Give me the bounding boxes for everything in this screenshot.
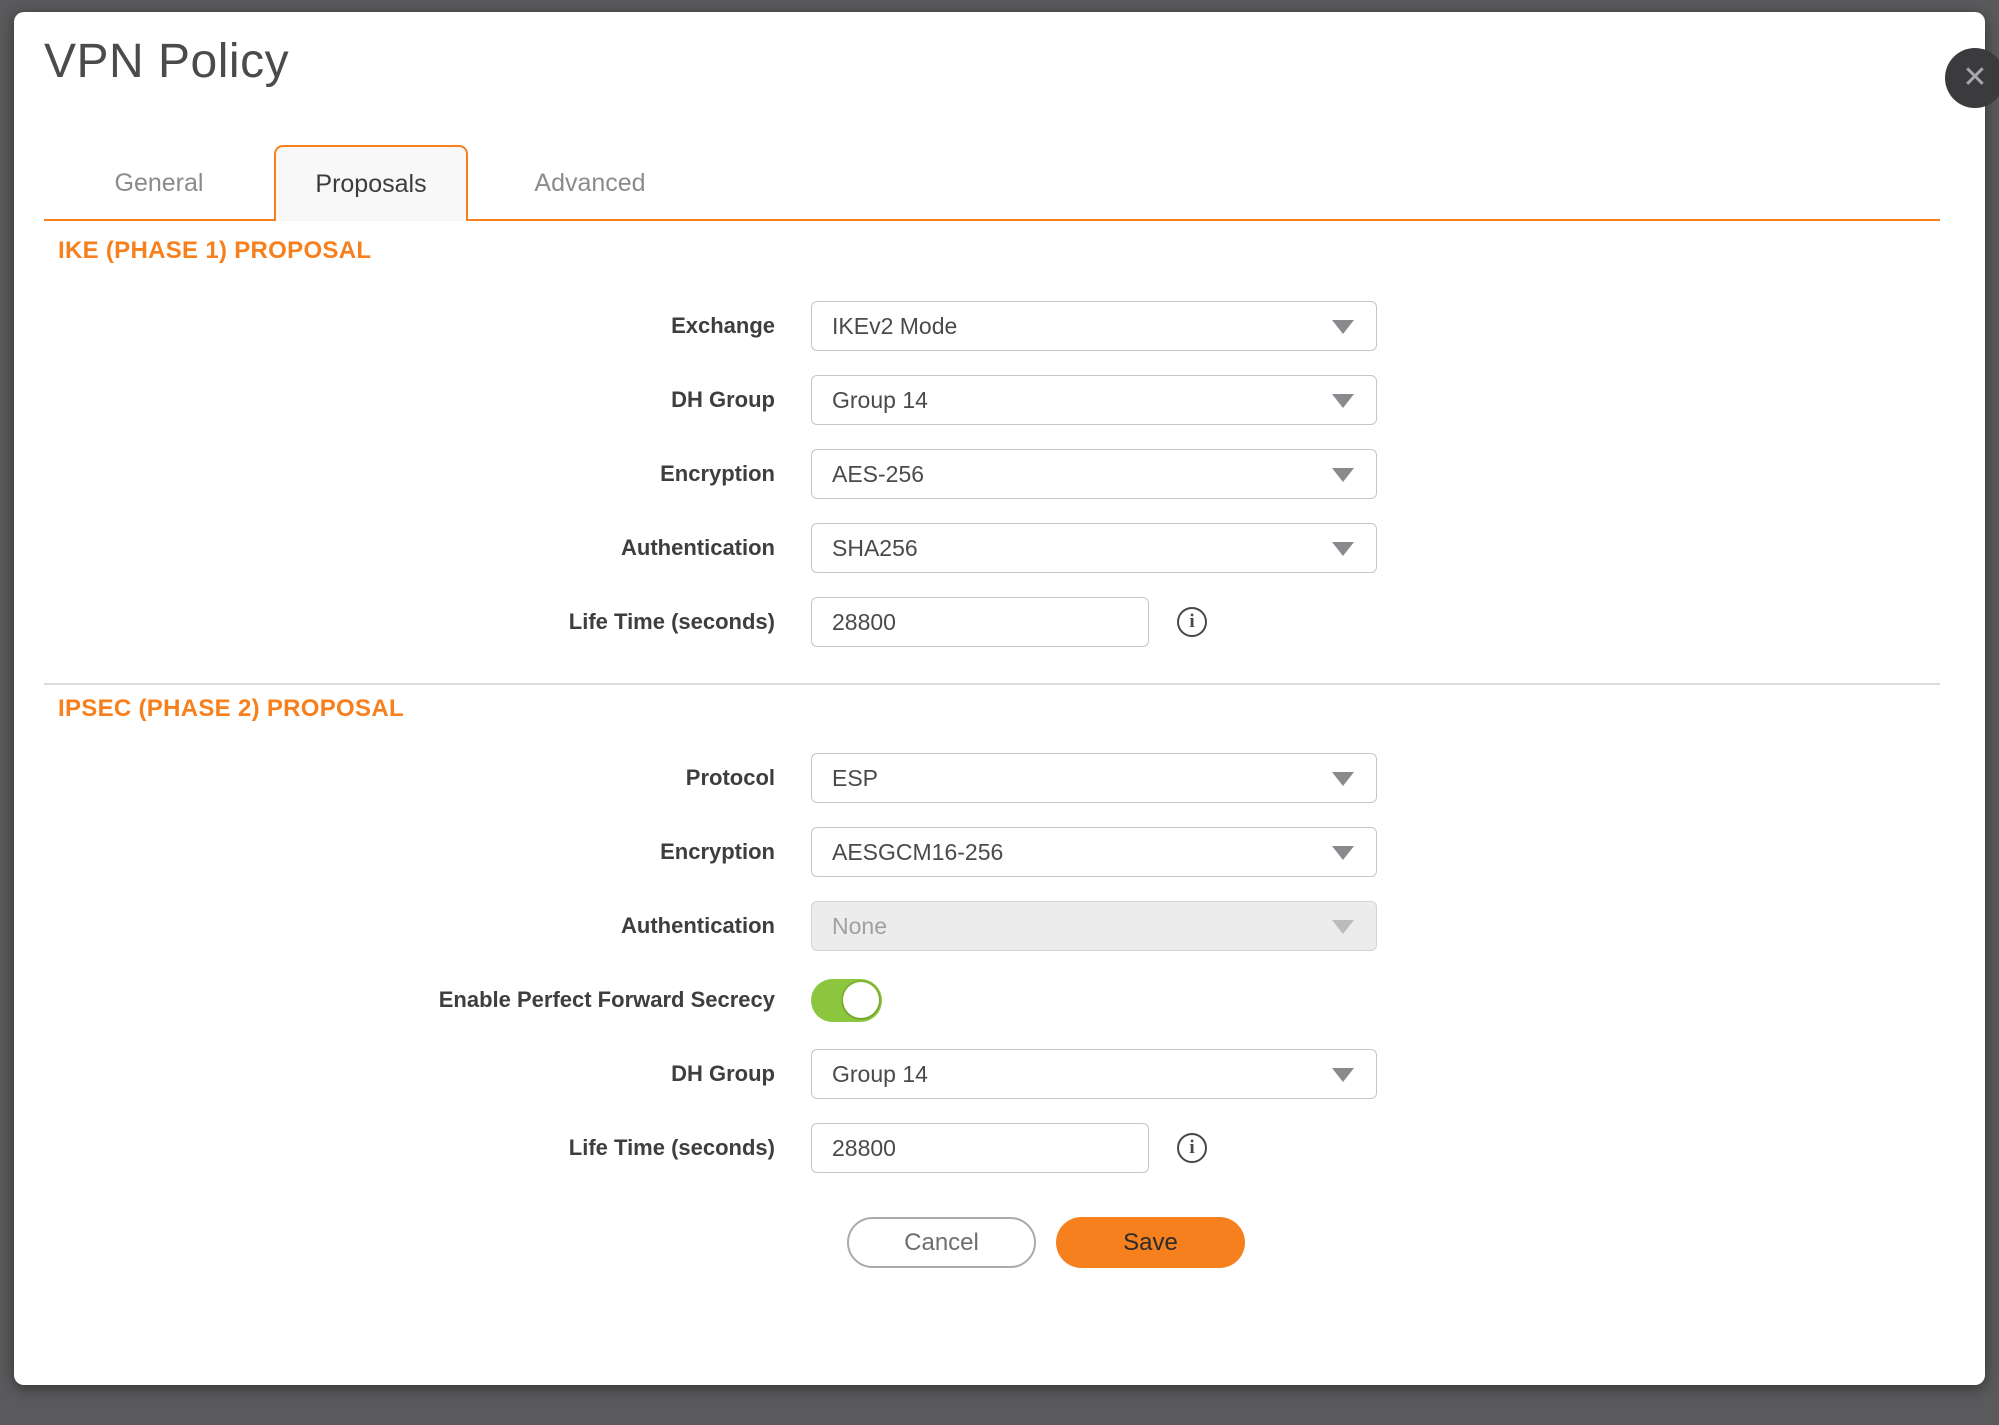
pfs-toggle-on[interactable] xyxy=(811,979,882,1022)
chevron-down-icon xyxy=(1332,394,1354,408)
authentication2-label: Authentication xyxy=(44,913,811,939)
chevron-down-icon xyxy=(1332,320,1354,334)
dialog-body: IKE (PHASE 1) PROPOSAL Exchange IKEv2 Mo… xyxy=(44,227,1940,1385)
tab-proposals[interactable]: Proposals xyxy=(274,145,468,221)
section-heading-ipsec-phase2: IPSEC (PHASE 2) PROPOSAL xyxy=(58,695,1940,723)
tab-general[interactable]: General xyxy=(44,145,274,221)
dh-group2-value: Group 14 xyxy=(832,1061,928,1088)
exchange-select[interactable]: IKEv2 Mode xyxy=(811,301,1377,351)
ipsec-phase2-fields: Protocol ESP Encryption AESGCM16-256 Aut… xyxy=(44,753,1940,1173)
dh-group2-select[interactable]: Group 14 xyxy=(811,1049,1377,1099)
exchange-value: IKEv2 Mode xyxy=(832,313,957,340)
authentication2-select-disabled: None xyxy=(811,901,1377,951)
authentication2-value: None xyxy=(832,913,887,940)
info-icon[interactable]: i xyxy=(1177,1133,1207,1163)
cancel-button[interactable]: Cancel xyxy=(847,1217,1036,1268)
encryption2-value: AESGCM16-256 xyxy=(832,839,1003,866)
chevron-down-icon xyxy=(1332,920,1354,934)
life-time2-row: Life Time (seconds) i xyxy=(44,1123,1940,1173)
ike-phase1-fields: Exchange IKEv2 Mode DH Group Group 14 En… xyxy=(44,301,1940,647)
save-button[interactable]: Save xyxy=(1056,1217,1245,1268)
life-time-label: Life Time (seconds) xyxy=(44,609,811,635)
life-time-input[interactable] xyxy=(811,597,1149,647)
dh-group-select[interactable]: Group 14 xyxy=(811,375,1377,425)
dh-group2-row: DH Group Group 14 xyxy=(44,1049,1940,1099)
protocol-row: Protocol ESP xyxy=(44,753,1940,803)
toggle-knob xyxy=(843,982,879,1018)
tab-advanced[interactable]: Advanced xyxy=(468,145,712,221)
encryption2-label: Encryption xyxy=(44,839,811,865)
dh-group-value: Group 14 xyxy=(832,387,928,414)
close-icon[interactable]: ✕ xyxy=(1945,48,1999,108)
page-title: VPN Policy xyxy=(44,34,289,89)
authentication-value: SHA256 xyxy=(832,535,918,562)
chevron-down-icon xyxy=(1332,542,1354,556)
dh-group-label: DH Group xyxy=(44,387,811,413)
chevron-down-icon xyxy=(1332,846,1354,860)
encryption-row: Encryption AES-256 xyxy=(44,449,1940,499)
chevron-down-icon xyxy=(1332,772,1354,786)
tab-bar: General Proposals Advanced xyxy=(44,145,1940,221)
protocol-select[interactable]: ESP xyxy=(811,753,1377,803)
pfs-row: Enable Perfect Forward Secrecy xyxy=(44,975,1940,1025)
vpn-policy-dialog: VPN Policy ✕ General Proposals Advanced … xyxy=(14,12,1985,1385)
dh-group2-label: DH Group xyxy=(44,1061,811,1087)
life-time2-label: Life Time (seconds) xyxy=(44,1135,811,1161)
life-time2-input[interactable] xyxy=(811,1123,1149,1173)
info-icon[interactable]: i xyxy=(1177,607,1207,637)
pfs-label: Enable Perfect Forward Secrecy xyxy=(44,987,811,1013)
encryption2-select[interactable]: AESGCM16-256 xyxy=(811,827,1377,877)
authentication-label: Authentication xyxy=(44,535,811,561)
life-time-row: Life Time (seconds) i xyxy=(44,597,1940,647)
encryption-value: AES-256 xyxy=(832,461,924,488)
chevron-down-icon xyxy=(1332,1068,1354,1082)
protocol-label: Protocol xyxy=(44,765,811,791)
exchange-label: Exchange xyxy=(44,313,811,339)
section-divider xyxy=(44,683,1940,685)
encryption-label: Encryption xyxy=(44,461,811,487)
dh-group-row: DH Group Group 14 xyxy=(44,375,1940,425)
encryption2-row: Encryption AESGCM16-256 xyxy=(44,827,1940,877)
dialog-footer: Cancel Save xyxy=(847,1217,1940,1268)
exchange-row: Exchange IKEv2 Mode xyxy=(44,301,1940,351)
authentication-row: Authentication SHA256 xyxy=(44,523,1940,573)
protocol-value: ESP xyxy=(832,765,878,792)
chevron-down-icon xyxy=(1332,468,1354,482)
authentication2-row: Authentication None xyxy=(44,901,1940,951)
encryption-select[interactable]: AES-256 xyxy=(811,449,1377,499)
authentication-select[interactable]: SHA256 xyxy=(811,523,1377,573)
section-heading-ike-phase1: IKE (PHASE 1) PROPOSAL xyxy=(58,237,1940,265)
